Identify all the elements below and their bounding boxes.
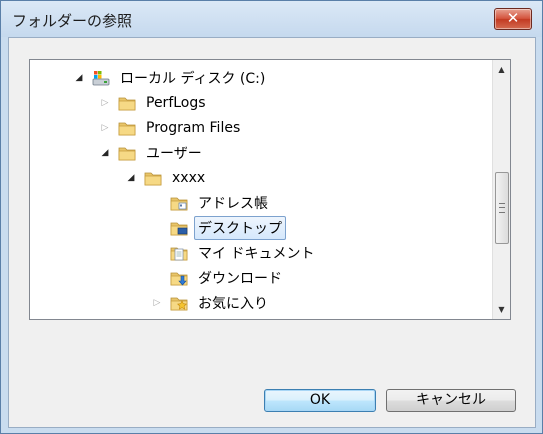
desktop-folder-icon xyxy=(170,220,188,236)
expand-arrow-icon[interactable]: ▷ xyxy=(152,298,162,308)
tree-item-label: Program Files xyxy=(146,120,241,136)
folder-icon xyxy=(118,95,136,111)
tree-item-3[interactable]: ◢ ユーザー xyxy=(100,141,206,165)
tree-item-label: xxxx xyxy=(172,170,206,186)
cancel-button[interactable]: キャンセル xyxy=(386,389,516,412)
folder-tree[interactable]: ◢ ローカル ディスク (C:) ▷ PerfLogs ▷ Program Files ◢ ユ… xyxy=(29,59,511,320)
folder-icon xyxy=(118,120,136,136)
title-bar[interactable]: フォルダーの参照 ✕ xyxy=(1,1,542,37)
folder-icon xyxy=(118,145,136,161)
tree-item-0[interactable]: ◢ ローカル ディスク (C:) xyxy=(74,66,269,90)
scroll-down-arrow-icon[interactable]: ▼ xyxy=(493,301,510,318)
tree-item-label: ローカル ディスク (C:) xyxy=(120,71,266,87)
ok-button[interactable]: OK xyxy=(264,389,376,412)
expand-arrow-icon[interactable]: ▷ xyxy=(100,123,110,133)
drive-icon xyxy=(92,70,110,86)
scroll-up-arrow-icon[interactable]: ▲ xyxy=(493,61,510,78)
downloads-folder-icon xyxy=(170,270,188,286)
tree-item-selected[interactable]: ▷デスクトップ xyxy=(152,216,286,240)
tree-item-8[interactable]: ▷ダウンロード xyxy=(152,266,286,290)
collapse-arrow-icon[interactable]: ◢ xyxy=(74,73,84,83)
tree-item-label: お気に入り xyxy=(198,296,268,312)
close-button[interactable]: ✕ xyxy=(494,8,532,30)
favorites-folder-icon xyxy=(170,295,188,311)
expand-arrow-icon[interactable]: ▷ xyxy=(100,98,110,108)
contacts-folder-icon xyxy=(170,195,188,211)
collapse-arrow-icon[interactable]: ◢ xyxy=(100,148,110,158)
tree-item-label: マイ ドキュメント xyxy=(198,246,315,262)
grip-icon xyxy=(499,203,505,213)
tree-item-label: デスクトップ xyxy=(194,216,286,240)
scroll-thumb[interactable] xyxy=(495,172,509,244)
tree-item-7[interactable]: ▷マイ ドキュメント xyxy=(152,241,318,265)
folder-icon xyxy=(144,170,162,186)
vertical-scrollbar[interactable]: ▲ ▼ xyxy=(492,60,510,319)
tree-item-2[interactable]: ▷ Program Files xyxy=(100,116,244,140)
tree-item-5[interactable]: ▷アドレス帳 xyxy=(152,191,272,215)
tree-item-1[interactable]: ▷ PerfLogs xyxy=(100,91,210,115)
collapse-arrow-icon[interactable]: ◢ xyxy=(126,173,136,183)
tree-item-label: ユーザー xyxy=(146,146,202,162)
tree-item-9[interactable]: ▷ お気に入り xyxy=(152,291,272,315)
dialog-title: フォルダーの参照 xyxy=(12,12,133,30)
tree-item-4[interactable]: ◢ xxxx xyxy=(126,166,209,190)
dialog-window: フォルダーの参照 ✕ ◢ ローカル ディスク (C:) ▷ PerfLogs ▷ Prog… xyxy=(0,0,543,434)
tree-item-label: PerfLogs xyxy=(146,95,206,111)
tree-item-label: ダウンロード xyxy=(198,271,282,287)
tree-item-label: アドレス帳 xyxy=(198,196,268,212)
documents-folder-icon xyxy=(170,245,188,261)
